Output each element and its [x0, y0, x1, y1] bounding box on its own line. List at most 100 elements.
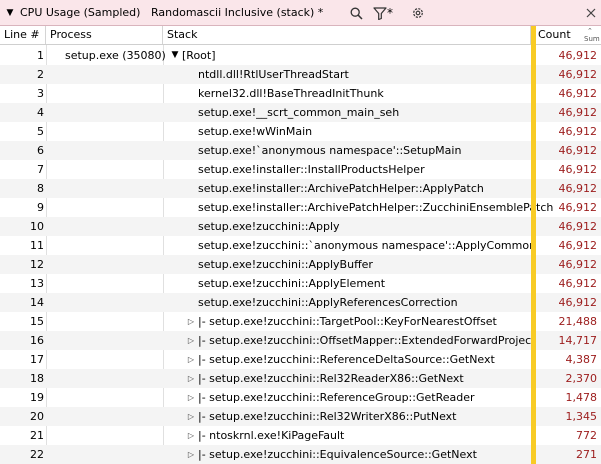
table-row[interactable]: 7 setup.exe!installer::InstallProductsHel… [0, 160, 601, 179]
process-cell [65, 388, 165, 407]
line-number: 21 [30, 429, 44, 442]
close-icon [586, 8, 596, 18]
count-cell: 46,912 [558, 296, 598, 309]
count-cell: 46,912 [558, 277, 598, 290]
line-number: 11 [30, 239, 44, 252]
view-title[interactable]: CPU Usage (Sampled) [20, 0, 140, 26]
count-cell: 46,912 [558, 182, 598, 195]
line-number: 22 [30, 448, 44, 461]
stack-frame: setup.exe!`anonymous namespace'::SetupMa… [198, 144, 462, 157]
collapsed-arrow-icon[interactable]: ▷ [186, 312, 196, 331]
stack-frame: setup.exe!zucchini::ApplyBuffer [198, 258, 373, 271]
line-number: 7 [37, 163, 44, 176]
table-row[interactable]: 17 ▷ |- setup.exe!zucchini::ReferenceDelta… [0, 350, 601, 369]
table-row[interactable]: 11 setup.exe!zucchini::`anonymous namespa… [0, 236, 601, 255]
line-number: 1 [37, 49, 44, 62]
count-cell: 46,912 [558, 87, 598, 100]
column-header-count[interactable]: Count ⌃ Sum [537, 26, 601, 44]
table-row[interactable]: 22 ▷ |- setup.exe!zucchini::EquivalenceSou… [0, 445, 601, 464]
stack-frame: setup.exe!zucchini::`anonymous namespace… [198, 239, 537, 252]
process-cell [65, 217, 165, 236]
table-row[interactable]: 4 setup.exe!__scrt_common_main_seh 46,912 [0, 103, 601, 122]
table-row[interactable]: 18 ▷ |- setup.exe!zucchini::Rel32ReaderX86… [0, 369, 601, 388]
collapsed-arrow-icon[interactable]: ▷ [186, 350, 196, 369]
stack-frame: setup.exe!installer::ArchivePatchHelper:… [198, 182, 484, 195]
process-cell [65, 426, 165, 445]
process-cell [65, 84, 165, 103]
table-row[interactable]: 19 ▷ |- setup.exe!zucchini::ReferenceGroup… [0, 388, 601, 407]
process-cell [65, 236, 165, 255]
process-cell [65, 122, 165, 141]
stack-frame: |- ntoskrnl.exe!KiPageFault [198, 429, 345, 442]
collapse-view-button[interactable]: ▼ [5, 0, 15, 26]
line-number: 3 [37, 87, 44, 100]
collapsed-arrow-icon[interactable]: ▷ [186, 445, 196, 464]
stack-frame: |- setup.exe!zucchini::ReferenceDeltaSou… [198, 353, 495, 366]
process-cell [65, 350, 165, 369]
stack-frame: |- setup.exe!zucchini::TargetPool::KeyFo… [198, 315, 497, 328]
process-cell [65, 141, 165, 160]
preset-selector[interactable]: Randomascii Inclusive (stack) * [151, 0, 323, 26]
collapsed-arrow-icon[interactable]: ▷ [186, 369, 196, 388]
column-header-process[interactable]: Process [46, 26, 163, 44]
table-row[interactable]: 16 ▷ |- setup.exe!zucchini::OffsetMapper::… [0, 331, 601, 350]
count-cell: 46,912 [558, 201, 598, 214]
stack-frame: |- setup.exe!zucchini::Rel32WriterX86::P… [198, 410, 457, 423]
table-row[interactable]: 13 setup.exe!zucchini::ApplyElement 46,912 [0, 274, 601, 293]
table-row[interactable]: 3 kernel32.dll!BaseThreadInitThunk 46,912 [0, 84, 601, 103]
table-row[interactable]: 15 ▷ |- setup.exe!zucchini::TargetPool::Ke… [0, 312, 601, 331]
stack-frame: setup.exe!zucchini::ApplyElement [198, 277, 386, 290]
table-row[interactable]: 12 setup.exe!zucchini::ApplyBuffer 46,912 [0, 255, 601, 274]
count-cell: 772 [576, 429, 597, 442]
table-row[interactable]: 6 setup.exe!`anonymous namespace'::SetupM… [0, 141, 601, 160]
search-button[interactable] [345, 0, 367, 26]
line-number: 14 [30, 296, 44, 309]
line-number: 12 [30, 258, 44, 271]
count-cell: 46,912 [558, 125, 598, 138]
process-cell [65, 179, 165, 198]
column-header-line[interactable]: Line # [0, 26, 46, 44]
count-cell: 1,345 [565, 410, 598, 423]
line-number: 4 [37, 106, 44, 119]
stack-frame: setup.exe!__scrt_common_main_seh [198, 106, 400, 119]
column-header-row: Line # Process Stack Count ⌃ Sum [0, 26, 601, 45]
count-cell: 271 [576, 448, 597, 461]
table-row[interactable]: 14 setup.exe!zucchini::ApplyReferencesCor… [0, 293, 601, 312]
process-cell [65, 274, 165, 293]
settings-button[interactable] [408, 0, 428, 26]
count-cell: 46,912 [558, 49, 598, 62]
process-cell [65, 293, 165, 312]
table-row[interactable]: 10 setup.exe!zucchini::Apply 46,912 [0, 217, 601, 236]
table-row[interactable]: 1 setup.exe (35080) ▼ [Root] 46,912 [0, 46, 601, 65]
count-header-label: Count [538, 28, 571, 41]
view-titlebar: ▼ CPU Usage (Sampled) Randomascii Inclus… [0, 0, 601, 26]
table-row[interactable]: 20 ▷ |- setup.exe!zucchini::Rel32WriterX86… [0, 407, 601, 426]
count-cell: 46,912 [558, 220, 598, 233]
aggregation-column-divider[interactable] [531, 26, 536, 464]
stack-frame: ntdll.dll!RtlUserThreadStart [198, 68, 349, 81]
collapsed-arrow-icon[interactable]: ▷ [186, 331, 196, 350]
table-row[interactable]: 8 setup.exe!installer::ArchivePatchHelper… [0, 179, 601, 198]
count-cell: 46,912 [558, 68, 598, 81]
line-number: 6 [37, 144, 44, 157]
collapsed-arrow-icon[interactable]: ▷ [186, 426, 196, 445]
line-number: 19 [30, 391, 44, 404]
table-row[interactable]: 9 setup.exe!installer::ArchivePatchHelper… [0, 198, 601, 217]
line-number: 10 [30, 220, 44, 233]
stack-table: 1 setup.exe (35080) ▼ [Root] 46,912 2 ntdll.dl… [0, 46, 601, 464]
table-row[interactable]: 5 setup.exe!wWinMain 46,912 [0, 122, 601, 141]
column-header-stack[interactable]: Stack [163, 26, 531, 44]
collapsed-arrow-icon[interactable]: ▷ [186, 407, 196, 426]
filter-icon [373, 6, 387, 20]
stack-frame: setup.exe!zucchini::ApplyReferencesCorre… [198, 296, 458, 309]
expanded-arrow-icon[interactable]: ▼ [170, 46, 180, 65]
process-cell [65, 312, 165, 331]
process-cell [65, 407, 165, 426]
filter-button[interactable]: * [373, 0, 403, 26]
collapsed-arrow-icon[interactable]: ▷ [186, 388, 196, 407]
table-row[interactable]: 2 ntdll.dll!RtlUserThreadStart 46,912 [0, 65, 601, 84]
count-cell: 46,912 [558, 106, 598, 119]
search-icon [350, 7, 363, 20]
table-row[interactable]: 21 ▷ |- ntoskrnl.exe!KiPageFault 772 [0, 426, 601, 445]
line-number: 16 [30, 334, 44, 347]
